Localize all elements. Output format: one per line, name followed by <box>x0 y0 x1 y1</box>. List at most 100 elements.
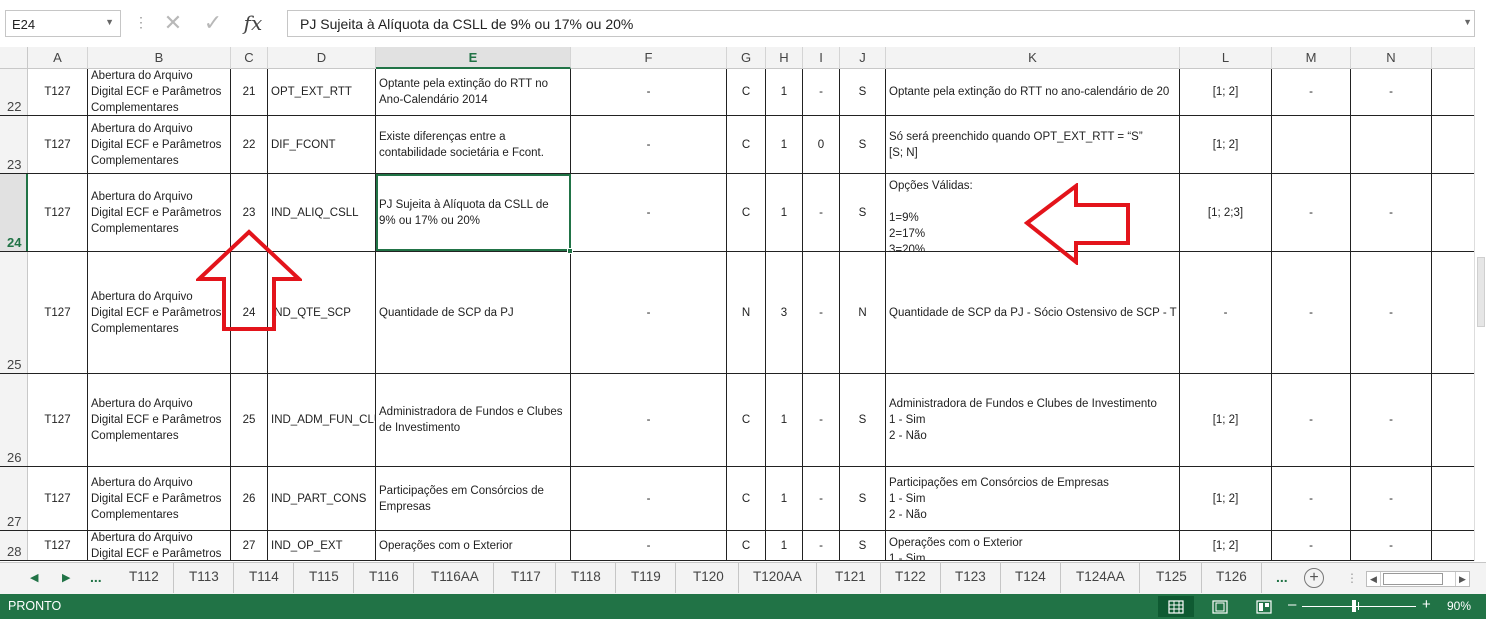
row-header[interactable]: 27 <box>0 467 28 530</box>
cell-j[interactable]: S <box>840 116 886 173</box>
zoom-in-icon[interactable]: + <box>1422 596 1431 613</box>
cell-h[interactable]: 1 <box>766 174 803 251</box>
cell-m[interactable]: - <box>1272 531 1351 560</box>
cell-n[interactable]: - <box>1351 174 1432 251</box>
cell-i[interactable]: - <box>803 252 840 373</box>
cell-k[interactable]: Quantidade de SCP da PJ - Sócio Ostensiv… <box>886 252 1180 373</box>
cell-b[interactable]: Abertura do Arquivo Digital ECF e Parâme… <box>88 116 231 173</box>
insert-function-icon[interactable]: fx <box>240 10 266 36</box>
cell-h[interactable]: 1 <box>766 116 803 173</box>
cell-n[interactable]: - <box>1351 467 1432 530</box>
cell-a[interactable]: T127 <box>28 69 88 115</box>
cell-f[interactable]: - <box>571 174 727 251</box>
cell-m[interactable]: - <box>1272 252 1351 373</box>
row-header[interactable]: 22 <box>0 69 28 115</box>
cell-n[interactable]: - <box>1351 252 1432 373</box>
cell-i[interactable]: - <box>803 174 840 251</box>
cell-f[interactable]: - <box>571 69 727 115</box>
cell-g[interactable]: C <box>727 374 766 466</box>
cell-c[interactable]: 26 <box>231 467 268 530</box>
column-header-g[interactable]: G <box>727 47 766 69</box>
cell-i[interactable]: - <box>803 69 840 115</box>
scroll-right-icon[interactable]: ▶ <box>1455 572 1469 586</box>
cell-h[interactable]: 1 <box>766 467 803 530</box>
add-sheet-icon[interactable]: + <box>1304 568 1324 588</box>
cell-e[interactable]: Participações em Consórcios de Empresas <box>376 467 571 530</box>
cell-e[interactable]: Existe diferenças entre a contabilidade … <box>376 116 571 173</box>
cell-g[interactable]: C <box>727 116 766 173</box>
cell-j[interactable]: S <box>840 69 886 115</box>
row-header[interactable]: 28 <box>0 531 28 560</box>
cell-l[interactable]: [1; 2] <box>1180 467 1272 530</box>
select-all-corner[interactable] <box>0 47 28 69</box>
cell-j[interactable]: S <box>840 374 886 466</box>
column-header-f[interactable]: F <box>571 47 727 69</box>
cell-n[interactable] <box>1351 116 1432 173</box>
cell-n[interactable]: - <box>1351 531 1432 560</box>
cell-f[interactable]: - <box>571 531 727 560</box>
tab-t124[interactable]: T124 <box>1001 563 1061 593</box>
cell-c[interactable]: 27 <box>231 531 268 560</box>
cell-c[interactable]: 21 <box>231 69 268 115</box>
column-header-m[interactable]: M <box>1272 47 1351 69</box>
cell-g[interactable]: C <box>727 531 766 560</box>
formula-input[interactable]: PJ Sujeita à Alíquota da CSLL de 9% ou 1… <box>287 10 1475 37</box>
horizontal-scroll-thumb[interactable] <box>1383 573 1443 585</box>
zoom-knob[interactable] <box>1352 600 1356 612</box>
cell-c[interactable]: 22 <box>231 116 268 173</box>
cell-a[interactable]: T127 <box>28 174 88 251</box>
cell-h[interactable]: 1 <box>766 69 803 115</box>
cell-k[interactable]: Só será preenchido quando OPT_EXT_RTT = … <box>886 116 1180 173</box>
cell-l[interactable]: [1; 2;3] <box>1180 174 1272 251</box>
tab-t112[interactable]: T112 <box>115 563 174 593</box>
scroll-left-icon[interactable]: ◀ <box>1367 572 1381 586</box>
row-header[interactable]: 24 <box>0 174 28 251</box>
cell-m[interactable]: - <box>1272 374 1351 466</box>
cell-j[interactable]: S <box>840 467 886 530</box>
cell-n[interactable]: - <box>1351 374 1432 466</box>
cell-g[interactable]: N <box>727 252 766 373</box>
column-header-j[interactable]: J <box>840 47 886 69</box>
cell-c[interactable]: 25 <box>231 374 268 466</box>
cell-f[interactable]: - <box>571 116 727 173</box>
cell-g[interactable]: C <box>727 174 766 251</box>
cell-l[interactable]: [1; 2] <box>1180 116 1272 173</box>
cell-k[interactable]: Optante pela extinção do RTT no ano-cale… <box>886 69 1180 115</box>
column-header-h[interactable]: H <box>766 47 803 69</box>
cell-k[interactable]: Participações em Consórcios de Empresas … <box>886 467 1180 530</box>
chevron-down-icon[interactable]: ▼ <box>105 17 114 27</box>
page-break-view-icon[interactable] <box>1246 596 1282 617</box>
row-header[interactable]: 26 <box>0 374 28 466</box>
cancel-icon[interactable]: ✕ <box>160 10 186 36</box>
cell-f[interactable]: - <box>571 467 727 530</box>
expand-formula-icon[interactable]: ▼ <box>1463 17 1472 27</box>
cell-l[interactable]: [1; 2] <box>1180 69 1272 115</box>
cell-n[interactable]: - <box>1351 69 1432 115</box>
cell-h[interactable]: 1 <box>766 531 803 560</box>
tab-t126[interactable]: T126 <box>1202 563 1262 593</box>
tabs-more-left[interactable]: ... <box>90 569 102 585</box>
cell-f[interactable]: - <box>571 374 727 466</box>
cell-h[interactable]: 3 <box>766 252 803 373</box>
cell-f[interactable]: - <box>571 252 727 373</box>
normal-view-icon[interactable] <box>1158 596 1194 617</box>
tab-t120aa[interactable]: T120AA <box>739 563 817 593</box>
column-header-l[interactable]: L <box>1180 47 1272 69</box>
tab-t121[interactable]: T121 <box>821 563 881 593</box>
name-box[interactable]: E24 ▼ <box>5 10 121 37</box>
tab-t123[interactable]: T123 <box>941 563 1001 593</box>
cell-k[interactable]: Operações com o Exterior 1 - Sim <box>886 531 1180 560</box>
cell-e[interactable]: Optante pela extinção do RTT no Ano-Cale… <box>376 69 571 115</box>
tab-t119[interactable]: T119 <box>617 563 676 593</box>
zoom-level[interactable]: 90% <box>1447 599 1471 613</box>
cell-b[interactable]: Abertura do Arquivo Digital ECF e Parâme… <box>88 374 231 466</box>
horizontal-scrollbar[interactable]: ◀ ▶ <box>1366 571 1470 587</box>
cell-i[interactable]: - <box>803 467 840 530</box>
cell-b[interactable]: Abertura do Arquivo Digital ECF e Parâme… <box>88 69 231 115</box>
tab-t115[interactable]: T115 <box>295 563 354 593</box>
enter-check-icon[interactable]: ✓ <box>200 10 226 36</box>
cell-e[interactable]: Administradora de Fundos e Clubes de Inv… <box>376 374 571 466</box>
cell-a[interactable]: T127 <box>28 374 88 466</box>
cell-a[interactable]: T127 <box>28 252 88 373</box>
column-header-a[interactable]: A <box>28 47 88 69</box>
